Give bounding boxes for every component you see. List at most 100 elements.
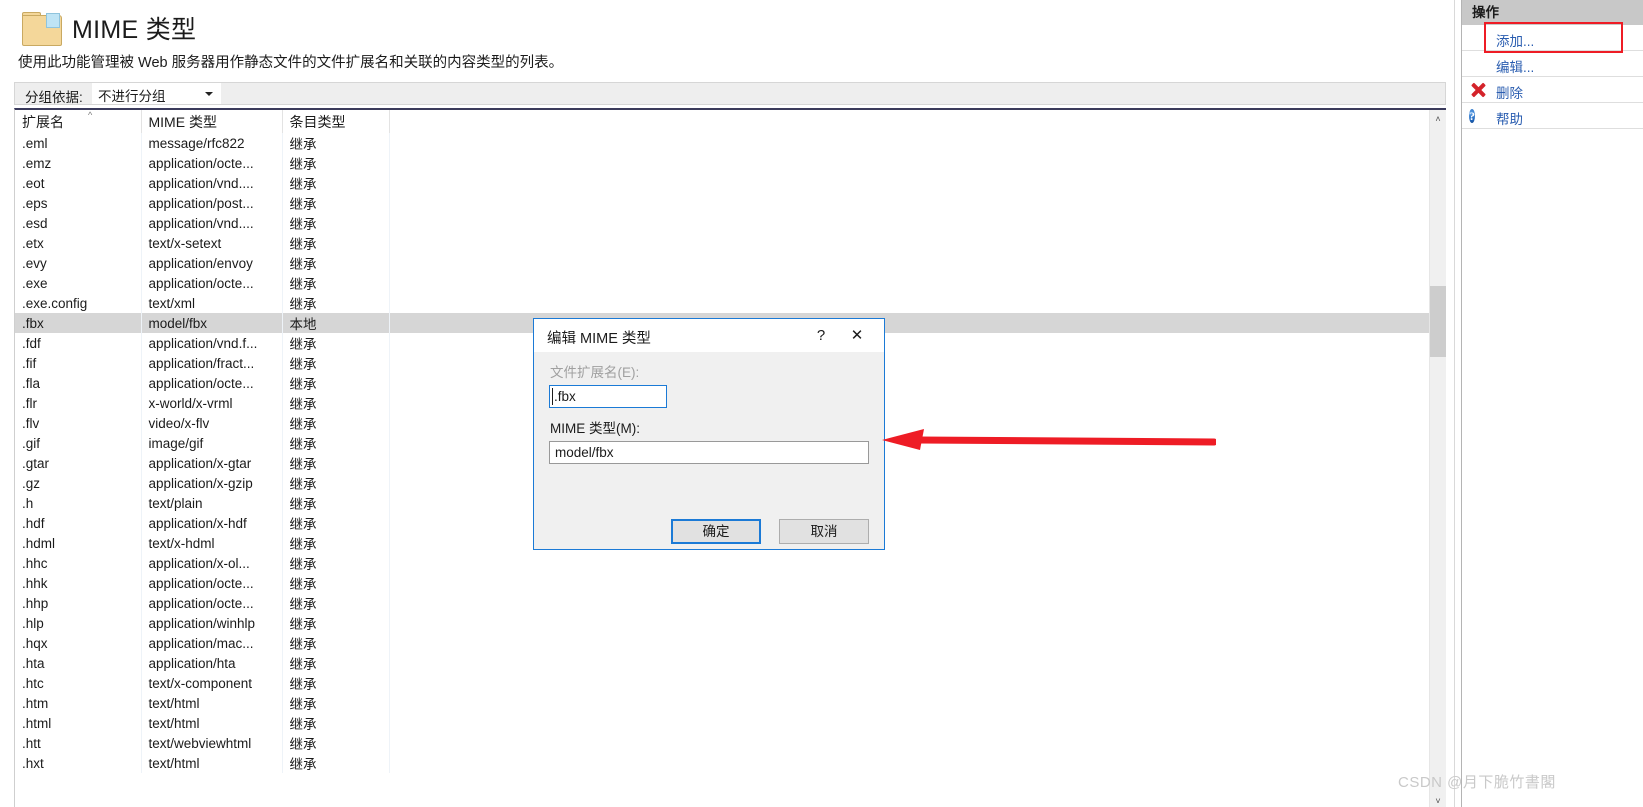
cell-kind: 继承 — [282, 193, 390, 213]
table-row[interactable]: .exe.config text/xml 继承 — [15, 293, 1429, 313]
cell-ext: .html — [15, 713, 142, 733]
cell-mime: application/octe... — [141, 373, 283, 393]
action-item-help[interactable]: ? 帮助 — [1462, 103, 1643, 129]
cell-ext: .flv — [15, 413, 142, 433]
cell-mime: application/octe... — [141, 593, 283, 613]
group-by-label: 分组依据: — [25, 90, 83, 105]
scroll-up-arrow-icon[interactable]: ˄ — [1430, 110, 1446, 127]
cell-kind: 继承 — [282, 233, 390, 253]
table-row[interactable]: .esd application/vnd.... 继承 — [15, 213, 1429, 233]
cell-ext: .hqx — [15, 633, 142, 653]
column-header-entry-type[interactable]: 条目类型 — [282, 110, 390, 133]
cell-kind: 继承 — [282, 673, 390, 693]
cell-kind: 继承 — [282, 553, 390, 573]
cell-mime: application/post... — [141, 193, 283, 213]
table-row[interactable]: .hhc application/x-ol... 继承 — [15, 553, 1429, 573]
cell-kind: 继承 — [282, 573, 390, 593]
cell-kind: 继承 — [282, 293, 390, 313]
table-row[interactable]: .eot application/vnd.... 继承 — [15, 173, 1429, 193]
cell-ext: .hhp — [15, 593, 142, 613]
action-item-delete[interactable]: 删除 — [1462, 77, 1643, 103]
scroll-down-arrow-icon[interactable]: ˅ — [1430, 792, 1446, 807]
cell-mime: text/html — [141, 693, 283, 713]
cell-ext: .fif — [15, 353, 142, 373]
mime-type-input[interactable]: model/fbx — [549, 441, 869, 464]
cell-ext: .gtar — [15, 453, 142, 473]
column-header-mime-type[interactable]: MIME 类型 — [141, 110, 283, 133]
close-icon[interactable]: ✕ — [842, 324, 872, 347]
table-row[interactable]: .exe application/octe... 继承 — [15, 273, 1429, 293]
cell-ext: .exe — [15, 273, 142, 293]
table-row[interactable]: .hlp application/winhlp 继承 — [15, 613, 1429, 633]
action-item-edit-label: 编辑... — [1496, 60, 1535, 75]
list-vertical-scrollbar[interactable]: ˄ ˅ — [1429, 110, 1446, 807]
cell-ext: .htt — [15, 733, 142, 753]
help-question-icon: ? — [1469, 109, 1475, 123]
cell-filler — [389, 713, 1429, 733]
table-row[interactable]: .evy application/envoy 继承 — [15, 253, 1429, 273]
table-row[interactable]: .hhk application/octe... 继承 — [15, 573, 1429, 593]
cancel-button[interactable]: 取消 — [779, 519, 869, 544]
sort-ascending-icon: ^ — [88, 110, 93, 120]
cell-kind: 继承 — [282, 753, 390, 773]
table-row[interactable]: .htt text/webviewhtml 继承 — [15, 733, 1429, 753]
cell-ext: .hta — [15, 653, 142, 673]
table-row[interactable]: .hxt text/html 继承 — [15, 753, 1429, 773]
table-row[interactable]: .hta application/hta 继承 — [15, 653, 1429, 673]
cell-kind: 继承 — [282, 153, 390, 173]
cell-kind: 继承 — [282, 253, 390, 273]
cell-mime: text/x-component — [141, 673, 283, 693]
cell-ext: .hdml — [15, 533, 142, 553]
cell-ext: .hxt — [15, 753, 142, 773]
cell-kind: 继承 — [282, 133, 390, 153]
cell-mime: image/gif — [141, 433, 283, 453]
table-row[interactable]: .etx text/x-setext 继承 — [15, 233, 1429, 253]
cell-filler — [389, 233, 1429, 253]
table-row[interactable]: .emz application/octe... 继承 — [15, 153, 1429, 173]
dialog-titlebar: 编辑 MIME 类型 ? ✕ — [534, 319, 884, 352]
cell-kind: 继承 — [282, 733, 390, 753]
cell-filler — [389, 613, 1429, 633]
chevron-down-icon — [205, 92, 213, 96]
scrollbar-thumb[interactable] — [1430, 286, 1446, 357]
cell-ext: .hhk — [15, 573, 142, 593]
group-by-selected-value: 不进行分组 — [98, 89, 166, 104]
cell-mime: text/webviewhtml — [141, 733, 283, 753]
cell-mime: application/octe... — [141, 153, 283, 173]
cell-filler — [389, 253, 1429, 273]
table-row[interactable]: .eml message/rfc822 继承 — [15, 133, 1429, 153]
group-by-dropdown[interactable]: 不进行分组 — [92, 83, 221, 104]
action-item-add[interactable]: 添加... — [1462, 25, 1643, 51]
ok-button[interactable]: 确定 — [671, 519, 761, 544]
cell-ext: .htm — [15, 693, 142, 713]
cell-mime: application/vnd.f... — [141, 333, 283, 353]
cell-mime: application/x-ol... — [141, 553, 283, 573]
cell-ext: .fla — [15, 373, 142, 393]
cell-ext: .htc — [15, 673, 142, 693]
cell-ext: .eml — [15, 133, 142, 153]
cell-mime: text/xml — [141, 293, 283, 313]
cell-ext: .gif — [15, 433, 142, 453]
table-row[interactable]: .html text/html 继承 — [15, 713, 1429, 733]
table-row[interactable]: .htm text/html 继承 — [15, 693, 1429, 713]
table-row[interactable]: .hhp application/octe... 继承 — [15, 593, 1429, 613]
action-item-help-label: 帮助 — [1496, 112, 1523, 127]
page-description: 使用此功能管理被 Web 服务器用作静态文件的文件扩展名和关联的内容类型的列表。 — [18, 55, 564, 71]
column-header-extension[interactable]: 扩展名 ^ — [15, 110, 142, 133]
cell-mime: x-world/x-vrml — [141, 393, 283, 413]
file-extension-input[interactable]: .fbx — [549, 385, 667, 408]
table-row[interactable]: .eps application/post... 继承 — [15, 193, 1429, 213]
cell-filler — [389, 153, 1429, 173]
table-row[interactable]: .htc text/x-component 继承 — [15, 673, 1429, 693]
mime-type-label: MIME 类型(M): — [550, 421, 640, 436]
table-row[interactable]: .hqx application/mac... 继承 — [15, 633, 1429, 653]
cell-kind: 继承 — [282, 613, 390, 633]
cell-kind: 继承 — [282, 273, 390, 293]
mime-type-value: model/fbx — [555, 445, 614, 460]
cell-mime: application/octe... — [141, 573, 283, 593]
cell-mime: text/plain — [141, 493, 283, 513]
cell-kind: 继承 — [282, 693, 390, 713]
file-extension-label: 文件扩展名(E): — [550, 365, 640, 380]
dialog-help-icon[interactable]: ? — [808, 324, 834, 347]
action-item-edit[interactable]: 编辑... — [1462, 51, 1643, 77]
